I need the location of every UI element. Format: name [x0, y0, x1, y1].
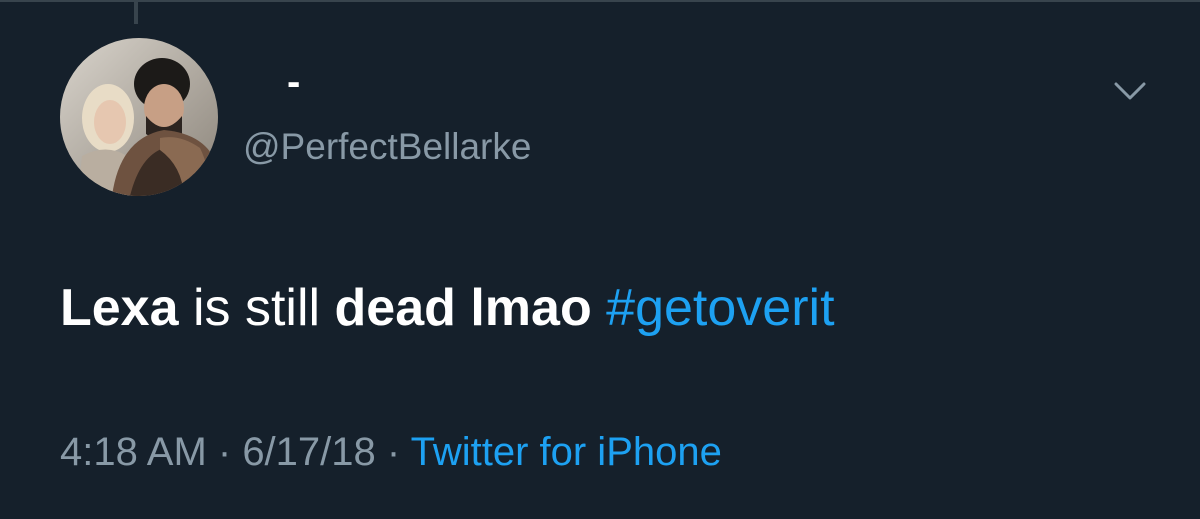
tweet-text-space [592, 279, 606, 337]
separator-dot: · [206, 430, 243, 474]
tweet-text: Lexa is still dead lmao #getoverit [60, 279, 835, 337]
tweet-text-bold: dead lmao [334, 279, 592, 337]
tweet-time[interactable]: 4:18 AM [60, 430, 207, 474]
thread-connector-line [134, 0, 138, 24]
tweet-metadata: 4:18 AM · 6/17/18 · Twitter for iPhone [60, 430, 722, 474]
separator-dot: · [375, 430, 411, 474]
source-link[interactable]: Twitter for iPhone [411, 430, 722, 474]
avatar-image [60, 38, 218, 196]
tweet-text-bold: Lexa [60, 279, 179, 337]
tweet-text-segment: is still [178, 279, 335, 337]
divider-line [0, 0, 1200, 2]
user-handle[interactable]: @PerfectBellarke [243, 128, 531, 165]
tweet-date[interactable]: 6/17/18 [242, 430, 375, 474]
display-name[interactable]: - [287, 62, 300, 102]
hashtag-link[interactable]: #getoverit [606, 279, 834, 337]
avatar[interactable] [60, 38, 218, 196]
chevron-down-icon[interactable] [1110, 74, 1150, 106]
